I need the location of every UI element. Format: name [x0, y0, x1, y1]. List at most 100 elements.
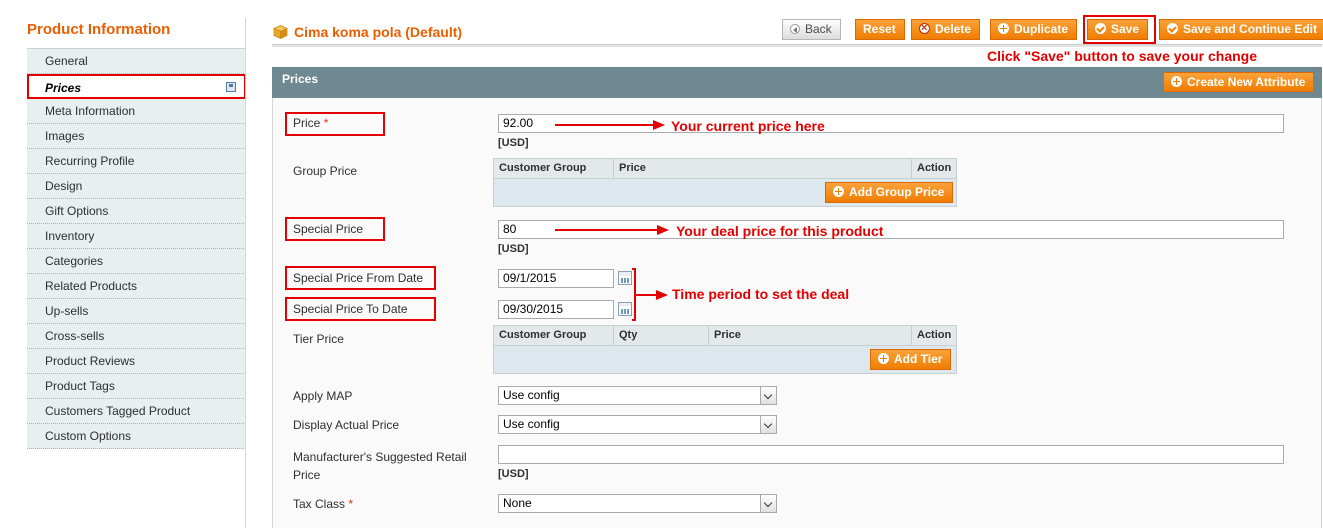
special-price-highlight-box	[285, 217, 385, 241]
sidebar-item-label: Related Products	[45, 279, 138, 293]
price-highlight-box	[285, 112, 385, 136]
delete-icon	[919, 19, 930, 38]
sidebar-item-inventory[interactable]: Inventory	[27, 224, 246, 249]
special-price-currency: [USD]	[498, 243, 529, 255]
save-highlight-box	[1083, 15, 1156, 44]
sidebar-tabs: General Prices Meta Information Images R…	[27, 48, 246, 449]
sidebar-item-recurring-profile[interactable]: Recurring Profile	[27, 149, 246, 174]
date-arrow	[636, 290, 668, 300]
sidebar-item-customers-tagged-product[interactable]: Customers Tagged Product	[27, 399, 246, 424]
grid-header: Customer Group Price Action	[494, 159, 956, 179]
column-customer-group: Customer Group	[494, 326, 614, 345]
special-from-highlight-box	[285, 266, 436, 290]
sidebar-item-label: Up-sells	[45, 304, 89, 318]
calendar-icon[interactable]	[618, 271, 632, 285]
tier-price-label: Tier Price	[293, 332, 344, 346]
special-to-input[interactable]: 09/30/2015	[498, 300, 614, 319]
save-continue-label: Save and Continue Edit	[1183, 22, 1318, 36]
price-currency: [USD]	[498, 137, 529, 149]
plus-icon	[998, 23, 1009, 34]
sidebar-divider	[245, 18, 246, 528]
sidebar-item-general[interactable]: General	[27, 49, 246, 74]
sidebar-item-images[interactable]: Images	[27, 124, 246, 149]
page-title: Cima koma pola (Default)	[294, 24, 463, 40]
period-annotation: Time period to set the deal	[672, 286, 850, 302]
sidebar-item-related-products[interactable]: Related Products	[27, 274, 246, 299]
sidebar-item-label: Customers Tagged Product	[45, 404, 191, 418]
sidebar-item-cross-sells[interactable]: Cross-sells	[27, 324, 246, 349]
apply-map-label: Apply MAP	[293, 389, 353, 403]
calendar-icon[interactable]	[618, 302, 632, 316]
tax-class-select[interactable]: None	[498, 494, 777, 513]
column-action: Action	[917, 329, 952, 341]
sidebar-item-label: Prices	[45, 81, 82, 95]
create-attribute-label: Create New Attribute	[1187, 75, 1306, 89]
duplicate-label: Duplicate	[1014, 22, 1069, 36]
sidebar-item-design[interactable]: Design	[27, 174, 246, 199]
sidebar-item-up-sells[interactable]: Up-sells	[27, 299, 246, 324]
sidebar-item-meta-information[interactable]: Meta Information	[27, 99, 246, 124]
dropdown-arrow-icon	[760, 416, 776, 433]
sidebar-item-label: Images	[45, 129, 85, 143]
sidebar-item-label: Custom Options	[45, 429, 132, 443]
sidebar-item-prices[interactable]: Prices	[27, 74, 246, 99]
back-button[interactable]: Back	[782, 19, 841, 40]
dropdown-arrow-icon	[760, 387, 776, 404]
special-price-annotation: Your deal price for this product	[676, 223, 884, 239]
sidebar-item-label: Product Reviews	[45, 354, 136, 368]
create-attribute-button[interactable]: Create New Attribute	[1163, 72, 1315, 92]
sidebar-item-label: Cross-sells	[45, 329, 105, 343]
display-actual-price-select[interactable]: Use config	[498, 415, 777, 434]
sidebar-item-label: Design	[45, 179, 83, 193]
sidebar-item-custom-options[interactable]: Custom Options	[27, 424, 246, 449]
add-group-price-button[interactable]: Add Group Price	[825, 182, 954, 203]
reset-button[interactable]: Reset	[855, 19, 905, 40]
back-icon	[790, 24, 800, 34]
column-qty: Qty	[614, 326, 709, 345]
sidebar-item-label: Inventory	[45, 229, 95, 243]
dropdown-arrow-icon	[760, 495, 776, 512]
column-price: Price	[614, 159, 912, 178]
delete-button[interactable]: Delete	[911, 19, 981, 40]
apply-map-select[interactable]: Use config	[498, 386, 777, 405]
reset-label: Reset	[863, 22, 896, 36]
sidebar-item-label: Categories	[45, 254, 104, 268]
add-group-price-label: Add Group Price	[849, 185, 945, 199]
sidebar-item-label: General	[45, 54, 88, 68]
duplicate-button[interactable]: Duplicate	[990, 19, 1078, 40]
special-to-highlight-box	[285, 297, 436, 321]
cube-icon	[273, 25, 288, 39]
add-tier-button[interactable]: Add Tier	[870, 349, 952, 370]
msrp-currency: [USD]	[498, 468, 529, 480]
add-tier-label: Add Tier	[894, 352, 943, 366]
back-label: Back	[805, 22, 832, 36]
column-price: Price	[709, 326, 912, 345]
sidebar-item-product-reviews[interactable]: Product Reviews	[27, 349, 246, 374]
sidebar-item-label: Product Tags	[45, 379, 115, 393]
msrp-input[interactable]	[498, 445, 1284, 464]
delete-label: Delete	[935, 22, 972, 36]
save-continue-button[interactable]: Save and Continue Edit	[1159, 19, 1323, 40]
sidebar-item-label: Gift Options	[45, 204, 109, 218]
save-annotation: Click "Save" button to save your change	[987, 48, 1258, 64]
header-underline	[272, 44, 1322, 47]
group-price-label: Group Price	[293, 164, 358, 178]
price-arrow	[555, 120, 665, 130]
sidebar-item-gift-options[interactable]: Gift Options	[27, 199, 246, 224]
special-from-input[interactable]: 09/1/2015	[498, 269, 614, 288]
check-icon	[1167, 23, 1178, 34]
tax-class-label: Tax Class *	[293, 497, 354, 511]
sidebar-item-product-tags[interactable]: Product Tags	[27, 374, 246, 399]
section-title: Prices	[282, 72, 319, 86]
sidebar-item-categories[interactable]: Categories	[27, 249, 246, 274]
tax-class-value: None	[503, 496, 532, 510]
display-actual-price-value: Use config	[503, 417, 560, 431]
plus-icon	[878, 353, 889, 364]
sidebar-item-label: Meta Information	[45, 104, 136, 118]
grid-header: Customer Group Qty Price Action	[494, 326, 956, 346]
msrp-label: Manufacturer's Suggested Retail Price	[293, 450, 467, 482]
column-action: Action	[917, 162, 952, 174]
special-price-arrow	[555, 225, 669, 235]
sidebar-item-label: Recurring Profile	[45, 154, 135, 168]
save-icon	[226, 82, 236, 92]
